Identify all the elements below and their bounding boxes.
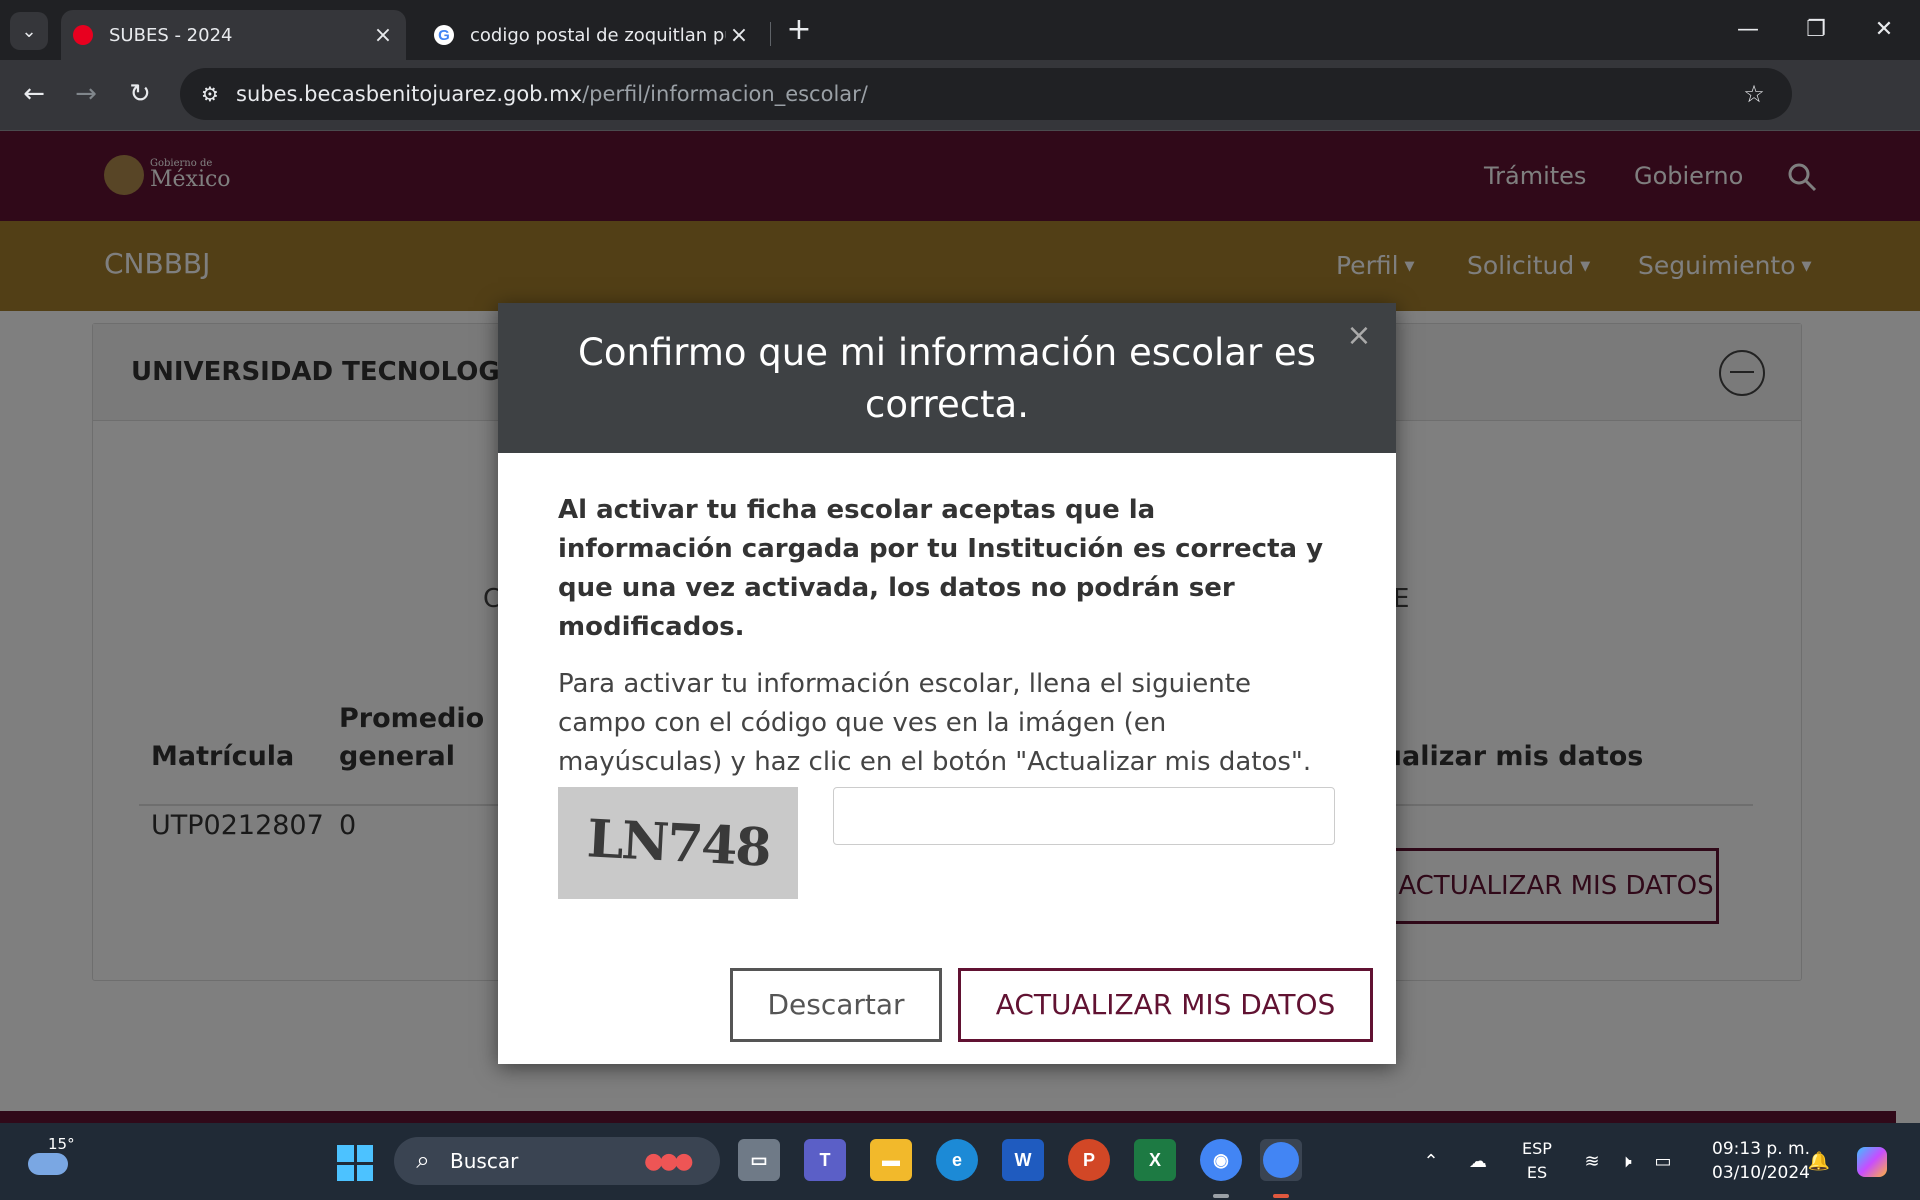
wifi-icon[interactable]: ≋	[1578, 1123, 1606, 1200]
minimize-button[interactable]: —	[1716, 10, 1780, 50]
subes-favicon-icon	[73, 25, 93, 45]
search-icon: ⌕	[416, 1146, 430, 1174]
url-text[interactable]: subes.becasbenitojuarez.gob.mx/perfil/in…	[236, 68, 868, 120]
modal-warning-text: Al activar tu ficha escolar aceptas que …	[558, 495, 1324, 642]
powerpoint-icon[interactable]: P	[1068, 1139, 1110, 1181]
browser-tab-bar: ⌄ SUBES - 2024 × G codigo postal de zoqu…	[0, 0, 1920, 60]
update-data-button[interactable]: ACTUALIZAR MIS DATOS	[958, 968, 1373, 1042]
close-icon[interactable]: ×	[1344, 321, 1374, 351]
url-domain: subes.becasbenitojuarez.gob.mx	[236, 82, 583, 106]
tab-title: codigo postal de zoquitlan puebla	[470, 24, 726, 46]
back-button[interactable]: ←	[14, 74, 54, 114]
notification-bell-icon[interactable]: 🔔	[1802, 1123, 1836, 1200]
onedrive-cloud-icon[interactable]: ☁	[1460, 1123, 1496, 1200]
lang-bottom: ES	[1526, 1163, 1548, 1182]
bookmark-star-icon[interactable]: ☆	[1738, 78, 1770, 110]
edge-icon[interactable]: e	[936, 1139, 978, 1181]
window-close-button[interactable]: ✕	[1852, 10, 1916, 50]
volume-icon[interactable]: 🕨	[1612, 1123, 1640, 1200]
windows-start-icon[interactable]	[337, 1145, 373, 1181]
site-info-icon[interactable]: ⚙	[194, 79, 226, 109]
chrome-active-icon[interactable]	[1260, 1139, 1302, 1181]
lang-top: ESP	[1522, 1139, 1552, 1158]
language-indicator[interactable]: ESP ES	[1512, 1137, 1562, 1185]
captcha-input[interactable]	[833, 787, 1335, 845]
captcha-text: LN748	[585, 807, 771, 879]
restore-button[interactable]: ❐	[1784, 10, 1848, 50]
tab-search-button[interactable]: ⌄	[10, 12, 48, 50]
app-running-indicator	[1213, 1194, 1229, 1198]
modal-header: Confirmo que mi información escolar es c…	[498, 303, 1396, 453]
copilot-icon[interactable]	[1852, 1123, 1892, 1200]
excel-icon[interactable]: X	[1134, 1139, 1176, 1181]
taskbar-clock[interactable]: 09:13 p. m. 03/10/2024	[1688, 1137, 1810, 1185]
word-icon[interactable]: W	[1002, 1139, 1044, 1181]
modal-instructions-text: Para activar tu información escolar, lle…	[558, 669, 1312, 777]
weather-temp: 15°	[48, 1135, 75, 1153]
captcha-image: LN748	[558, 787, 798, 899]
chrome-icon[interactable]: ◉	[1200, 1139, 1242, 1181]
tray-overflow-icon[interactable]: ⌃	[1414, 1123, 1448, 1200]
modal-body: Al activar tu ficha escolar aceptas que …	[558, 491, 1338, 782]
tab-separator	[770, 22, 771, 46]
google-favicon-icon: G	[434, 25, 454, 45]
omnibox[interactable]: ⚙ subes.becasbenitojuarez.gob.mx/perfil/…	[180, 68, 1792, 120]
url-path: /perfil/informacion_escolar/	[582, 82, 868, 106]
task-view-icon[interactable]: ▭	[738, 1139, 780, 1181]
windows-taskbar: 15° ⌕ Buscar ●●● ▭ T ▬ e W P X ◉ ⌃ ☁ ESP…	[0, 1123, 1920, 1200]
search-highlight-icon: ●●●	[644, 1149, 694, 1174]
confirm-modal: Confirmo que mi información escolar es c…	[498, 303, 1396, 1064]
tab-subes[interactable]: SUBES - 2024 ×	[61, 10, 406, 60]
close-icon[interactable]: ×	[726, 23, 752, 48]
discard-button[interactable]: Descartar	[730, 968, 942, 1042]
web-page: Gobierno de México Trámites Gobierno CNB…	[0, 131, 1920, 1123]
forward-button[interactable]: →	[66, 74, 106, 114]
new-tab-button[interactable]: +	[782, 14, 816, 48]
reload-button[interactable]: ↻	[120, 74, 160, 114]
taskbar-search-label: Buscar	[450, 1149, 519, 1173]
taskbar-search[interactable]: ⌕ Buscar ●●●	[394, 1137, 720, 1185]
tab-title: SUBES - 2024	[109, 24, 233, 46]
file-explorer-icon[interactable]: ▬	[870, 1139, 912, 1181]
teams-icon[interactable]: T	[804, 1139, 846, 1181]
address-bar-row: ← → ↻ ⚙ subes.becasbenitojuarez.gob.mx/p…	[0, 60, 1920, 174]
chevron-down-icon: ⌄	[21, 20, 37, 42]
app-active-indicator	[1273, 1194, 1289, 1198]
modal-title: Confirmo que mi información escolar es c…	[578, 331, 1316, 426]
tab-google-search[interactable]: G codigo postal de zoquitlan puebla ×	[422, 10, 762, 60]
close-icon[interactable]: ×	[370, 23, 396, 48]
weather-widget[interactable]: 15°	[22, 1131, 82, 1191]
clock-date: 03/10/2024	[1712, 1163, 1810, 1183]
clock-time: 09:13 p. m.	[1712, 1139, 1810, 1159]
cloud-icon	[28, 1153, 68, 1175]
battery-icon[interactable]: ▭	[1648, 1123, 1678, 1200]
